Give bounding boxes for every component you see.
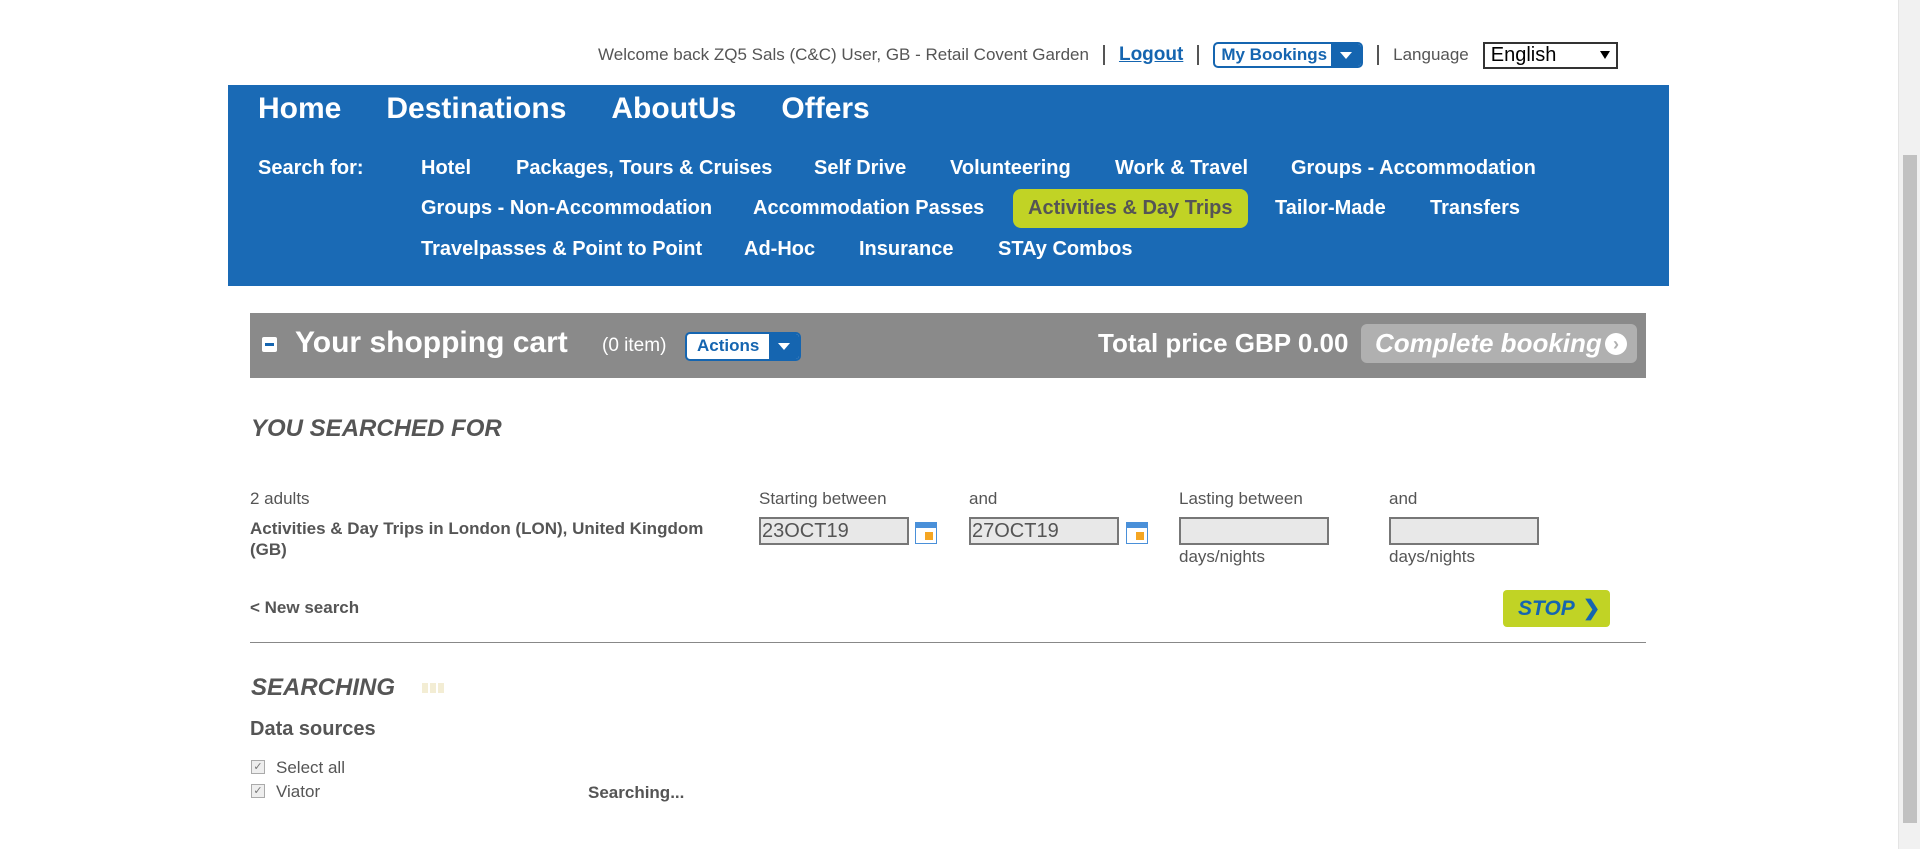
subnav-self-drive[interactable]: Self Drive [814,157,906,180]
nav-aboutus[interactable]: AboutUs [611,92,736,126]
complete-booking-label: Complete booking [1375,328,1602,358]
scrollbar-thumb[interactable] [1903,155,1917,823]
subnav-stay-combos[interactable]: STAy Combos [998,238,1132,261]
vertical-scrollbar[interactable] [1898,0,1920,849]
shopping-cart-bar: Your shopping cart (0 item) Actions Tota… [250,313,1646,378]
data-sources-heading: Data sources [250,718,376,740]
viator-label: Viator [276,782,321,801]
subnav-transfers[interactable]: Transfers [1430,197,1520,220]
language-select[interactable]: English [1482,41,1618,69]
section-divider [250,642,1646,643]
loading-indicator [422,683,444,693]
top-bar: Welcome back ZQ5 Sals (C&C) User, GB - R… [598,40,1618,70]
starting-between-label: Starting between [759,489,887,508]
divider [1377,45,1380,65]
searching-heading: SEARCHING [251,674,396,701]
total-price: Total price GBP 0.00 [1098,328,1349,358]
nav-offers[interactable]: Offers [781,92,869,126]
searching-status: Searching... [588,783,685,802]
cart-item-count: (0 item) [602,335,667,356]
max-duration-input[interactable] [1389,517,1539,545]
subnav-hotel[interactable]: Hotel [421,157,471,180]
subnav-accommodation-passes[interactable]: Accommodation Passes [753,197,984,220]
subnav-tailor-made[interactable]: Tailor-Made [1275,197,1386,220]
select-all-label: Select all [276,758,345,777]
min-duration-input[interactable] [1179,517,1329,545]
viator-checkbox[interactable]: ✓ [251,784,265,798]
welcome-text: Welcome back ZQ5 Sals (C&C) User, GB - R… [598,45,1089,64]
searched-for-heading: YOU SEARCHED FOR [251,415,502,442]
subnav-groups-accommodation[interactable]: Groups - Accommodation [1291,157,1536,180]
new-search-link[interactable]: < New search [250,597,359,618]
subnav-groups-non-accommodation[interactable]: Groups - Non-Accommodation [421,197,712,220]
actions-label: Actions [697,336,760,355]
language-label: Language [1393,45,1469,64]
divider [1197,45,1200,65]
calendar-icon[interactable] [915,522,937,544]
subnav-work-travel[interactable]: Work & Travel [1115,157,1248,180]
days-nights-label: days/nights [1179,547,1265,566]
calendar-icon[interactable] [1126,522,1148,544]
search-for-label: Search for: [258,157,364,179]
complete-booking-button[interactable]: Complete booking › [1361,324,1637,363]
end-date-input[interactable]: 27OCT19 [969,517,1119,545]
subnav-insurance[interactable]: Insurance [859,238,953,261]
chevron-down-icon [1331,44,1362,66]
logout-link[interactable]: Logout [1119,44,1183,66]
chevron-right-icon: ❯ [1582,597,1601,620]
and-label: and [969,489,998,508]
subnav-volunteering[interactable]: Volunteering [950,157,1071,180]
select-all-checkbox[interactable]: ✓ [251,760,265,774]
my-bookings-dropdown[interactable]: My Bookings [1213,42,1364,68]
cart-title: Your shopping cart [295,326,568,359]
start-date-input[interactable]: 23OCT19 [759,517,909,545]
days-nights-label: days/nights [1389,547,1475,566]
lasting-between-label: Lasting between [1179,489,1303,508]
nav-destinations[interactable]: Destinations [386,92,566,126]
dropdown-arrow-icon [1599,51,1610,59]
language-value: English [1490,43,1557,66]
search-description: Activities & Day Trips in London (LON), … [250,519,704,559]
divider [1102,45,1105,65]
stop-button[interactable]: STOP ❯ [1503,590,1610,627]
chevron-right-icon: › [1605,333,1627,355]
subnav-adhoc[interactable]: Ad-Hoc [744,238,815,261]
and-label: and [1389,489,1418,508]
adults-count: 2 adults [250,489,310,508]
actions-dropdown[interactable]: Actions [685,332,802,361]
subnav-packages[interactable]: Packages, Tours & Cruises [516,157,772,180]
subnav-travelpasses[interactable]: Travelpasses & Point to Point [421,238,702,261]
stop-label: STOP [1518,596,1575,620]
subnav-activities-day-trips[interactable]: Activities & Day Trips [1013,189,1248,228]
primary-nav: Home Destinations AboutUs Offers [258,92,915,126]
chevron-down-icon [769,334,800,359]
my-bookings-label: My Bookings [1221,45,1328,64]
nav-home[interactable]: Home [258,92,341,126]
collapse-icon[interactable] [262,337,277,352]
main-navigation: Home Destinations AboutUs Offers Search … [228,85,1669,286]
